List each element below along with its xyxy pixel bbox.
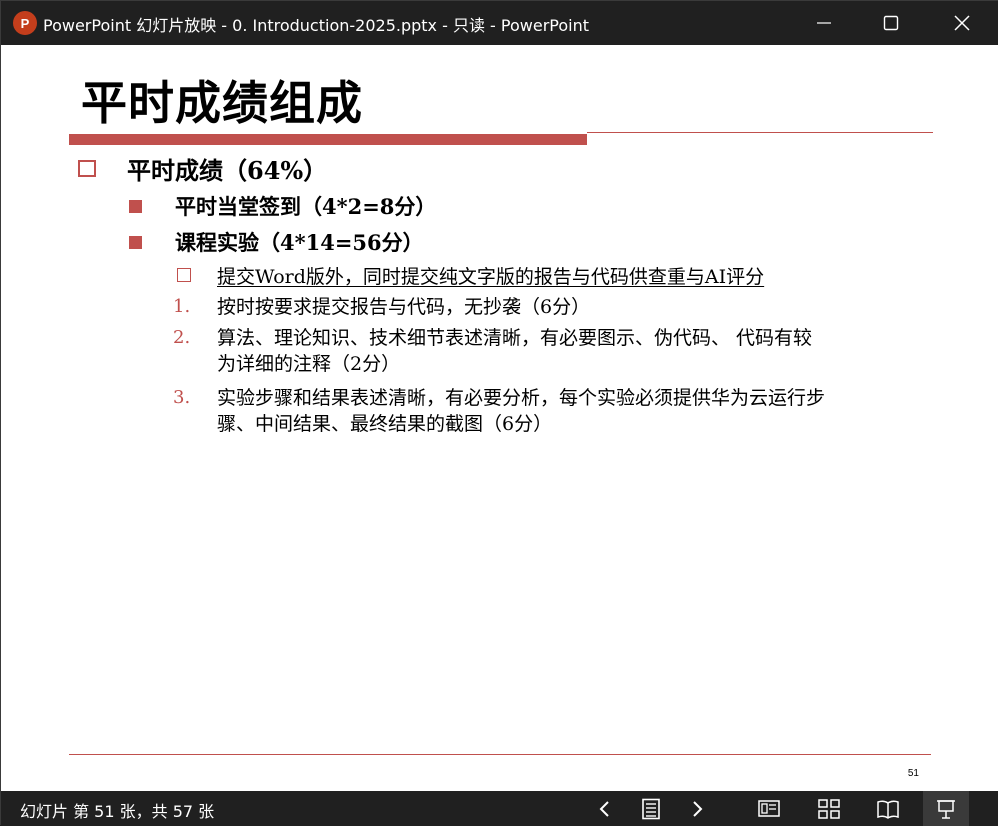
- numbered-item: 实验步骤和结果表述清晰，有必要分析，每个实验必须提供华为云运行步 骤、中间结果、…: [217, 385, 933, 437]
- previous-slide-button[interactable]: [582, 791, 628, 826]
- slideshow-icon: [937, 799, 955, 819]
- slide-list-icon: [642, 798, 660, 819]
- reading-view-icon: [877, 800, 899, 819]
- slide-number: 51: [907, 768, 919, 779]
- minimize-button[interactable]: [789, 1, 859, 45]
- slideshow-status-bar: 幻灯片 第 51 张，共 57 张: [1, 791, 998, 826]
- list-number: 2.: [173, 327, 191, 348]
- close-button[interactable]: [927, 1, 997, 45]
- reading-view-button[interactable]: [865, 791, 911, 826]
- slide-counter: 幻灯片 第 51 张，共 57 张: [20, 802, 215, 821]
- see-all-slides-button[interactable]: [628, 791, 674, 826]
- minimize-icon: [817, 22, 831, 24]
- powerpoint-window: P PowerPoint 幻灯片放映 - 0. Introduction-202…: [0, 0, 998, 826]
- next-slide-button[interactable]: [674, 791, 720, 826]
- title-bar: P PowerPoint 幻灯片放映 - 0. Introduction-202…: [1, 1, 998, 45]
- numbered-item-line: 实验步骤和结果表述清晰，有必要分析，每个实验必须提供华为云运行步: [217, 387, 826, 409]
- previous-icon: [599, 800, 609, 817]
- filled-square-bullet: [129, 236, 142, 249]
- title-underline-thin: [587, 132, 933, 133]
- slide-sorter-icon: [818, 798, 840, 819]
- powerpoint-icon-letter: P: [20, 15, 30, 31]
- filled-square-bullet: [129, 200, 142, 213]
- maximize-button[interactable]: [856, 1, 926, 45]
- normal-view-button[interactable]: [746, 791, 792, 826]
- slideshow-button[interactable]: [923, 791, 969, 826]
- numbered-item-line: 算法、理论知识、技术细节表述清晰，有必要图示、伪代码、 代码有较: [217, 327, 813, 349]
- bullet-level3: 提交Word版外，同时提交纯文字版的报告与代码供查重与AI评分: [217, 266, 765, 288]
- numbered-item-line: 为详细的注释（2分）: [217, 353, 401, 375]
- numbered-item-line: 按时按要求提交报告与代码，无抄袭（6分）: [217, 296, 591, 318]
- numbered-item: 算法、理论知识、技术细节表述清晰，有必要图示、伪代码、 代码有较 为详细的注释（…: [217, 325, 933, 377]
- numbered-item: 按时按要求提交报告与代码，无抄袭（6分）: [217, 294, 933, 320]
- hollow-square-bullet: [78, 160, 96, 177]
- bullet-level2: 平时当堂签到（4*2=8分）: [175, 194, 437, 219]
- footer-divider: [69, 754, 931, 755]
- slide-sorter-button[interactable]: [806, 791, 852, 826]
- bullet-level1: 平时成绩（64%）: [127, 156, 328, 185]
- normal-view-icon: [758, 799, 780, 817]
- window-title: PowerPoint 幻灯片放映 - 0. Introduction-2025.…: [43, 16, 590, 35]
- maximize-icon: [883, 15, 899, 31]
- slide-canvas[interactable]: 平时成绩组成 平时成绩（64%） 平时当堂签到（4*2=8分） 课程实验（4*1…: [1, 45, 998, 791]
- list-number: 1.: [173, 296, 191, 317]
- numbered-item-line: 骤、中间结果、最终结果的截图（6分）: [217, 413, 553, 435]
- next-icon: [693, 800, 703, 817]
- bullet-level2: 课程实验（4*14=56分）: [175, 230, 424, 255]
- powerpoint-icon: P: [13, 11, 37, 35]
- close-icon: [954, 15, 970, 31]
- title-underline-thick: [69, 134, 587, 145]
- list-number: 3.: [173, 387, 191, 408]
- hollow-square-bullet: [177, 268, 191, 282]
- slide-title: 平时成绩组成: [81, 76, 363, 130]
